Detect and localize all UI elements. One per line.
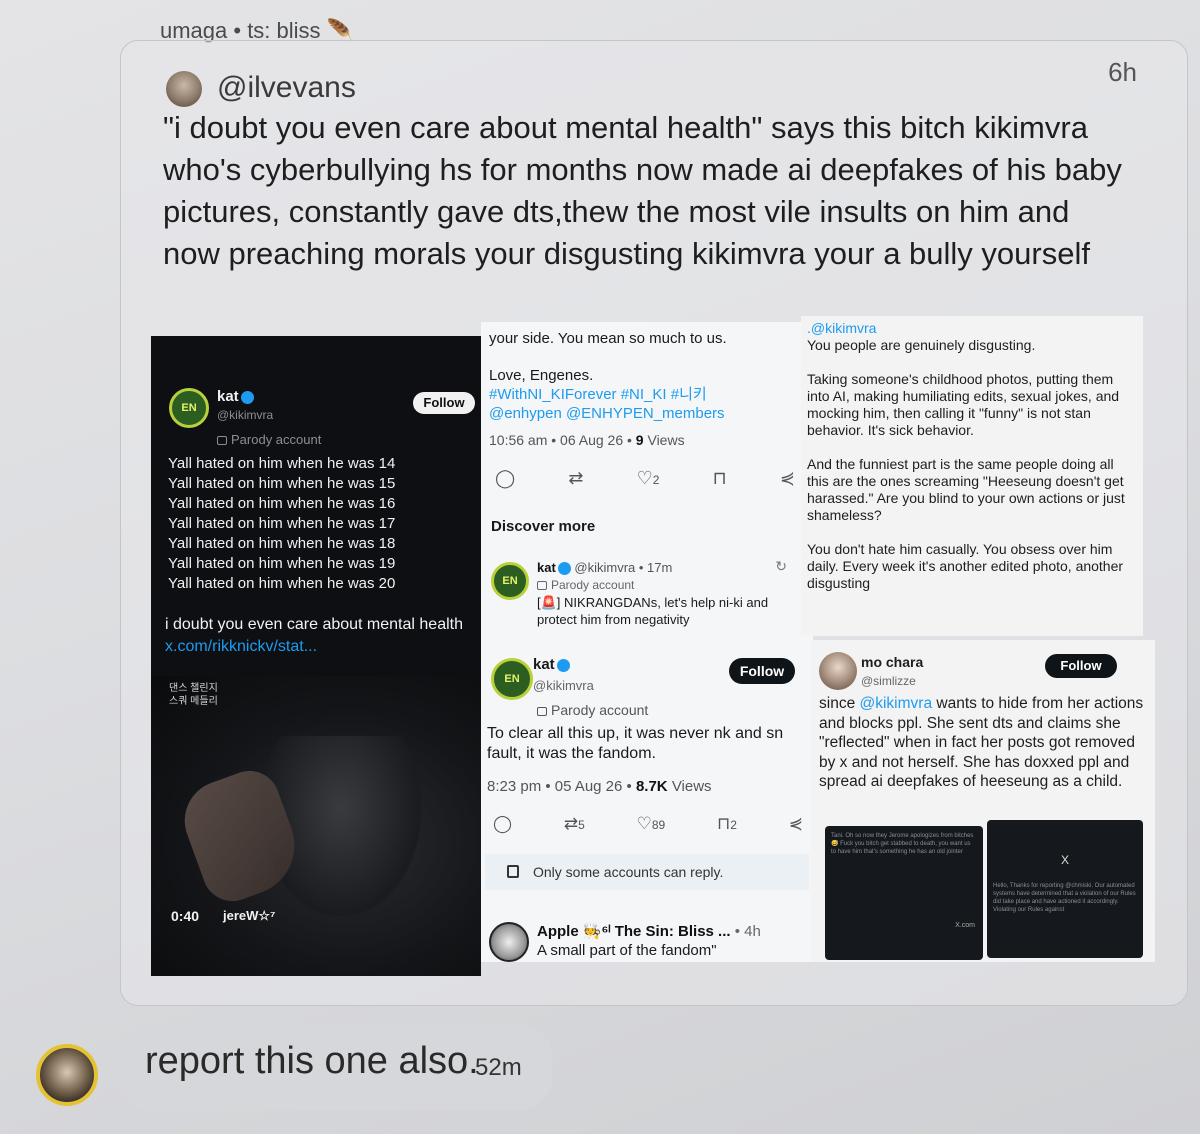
video-source-user: jereW☆⁷ xyxy=(223,908,276,923)
repost-icon[interactable]: ↻ xyxy=(775,558,787,575)
reply-tweet[interactable]: Apple 🧑‍🍳⁶ˡ The Sin: Bliss ... • 4h A sm… xyxy=(485,916,809,962)
author-handle: @kikimvra xyxy=(217,408,274,422)
tweet-line: Yall hated on him when he was 20 xyxy=(168,575,396,592)
follow-button[interactable]: Follow xyxy=(1045,654,1117,678)
author-handle: @simlizze xyxy=(861,674,916,688)
tweet-text: .@kikimvra You people are genuinely disg… xyxy=(807,320,1137,592)
reply-timestamp: 52m xyxy=(475,1054,522,1081)
screenshot-dark-tweet[interactable]: EN kat @kikimvra Follow Parody account Y… xyxy=(151,336,481,976)
author-name: mo chara xyxy=(861,654,924,670)
reply-icon[interactable]: ◯ xyxy=(493,814,512,834)
avatar[interactable] xyxy=(819,652,857,690)
discover-heading: Discover more xyxy=(491,518,596,535)
bookmark-icon[interactable]: ⊓ xyxy=(713,468,727,489)
parody-label: Parody account xyxy=(537,578,634,592)
tweet-body: i doubt you even care about mental healt… xyxy=(165,616,463,655)
hashtags[interactable]: #WithNI_KIForever #NI_KI #니키 xyxy=(489,385,809,404)
tweet-meta: 10:56 am • 06 Aug 26 • 9 Views xyxy=(489,432,685,448)
discover-tweet[interactable]: EN kat @kikimvra • 17m Parody account [🚨… xyxy=(489,554,805,634)
parody-label: Parody account xyxy=(217,432,321,447)
retweet-count: 5 xyxy=(578,818,585,832)
verified-badge-icon xyxy=(556,658,570,672)
follow-button[interactable]: Follow xyxy=(413,392,475,414)
avatar[interactable] xyxy=(36,1044,98,1106)
reply-icon[interactable]: ◯ xyxy=(495,468,515,489)
bookmark-count: 2 xyxy=(730,818,737,832)
mentions[interactable]: @enhypen @ENHYPEN_members xyxy=(489,404,809,423)
verified-badge-icon xyxy=(240,390,254,404)
screenshot-text-tweet[interactable]: .@kikimvra You people are genuinely disg… xyxy=(801,316,1143,636)
tweet-text-signoff: Love, Engenes. #WithNI_KIForever #NI_KI … xyxy=(489,366,809,423)
tweet-meta: 8:23 pm • 05 Aug 26 • 8.7K Views xyxy=(487,778,712,795)
author-name: kat xyxy=(217,388,254,405)
post-timestamp: 6h xyxy=(1108,57,1137,87)
bookmark-icon[interactable]: ⊓2 xyxy=(717,814,737,834)
tweet-line: Yall hated on him when he was 16 xyxy=(168,495,396,512)
avatar[interactable] xyxy=(166,71,202,107)
post-author-handle[interactable]: @ilvevans xyxy=(217,71,356,105)
tweet-line: Yall hated on him when he was 15 xyxy=(168,475,396,492)
tweet-text: To clear all this up, it was never nk an… xyxy=(487,725,784,762)
retweet-icon[interactable]: ⇄5 xyxy=(564,814,585,834)
lock-icon xyxy=(507,865,519,878)
author-name: kat xyxy=(533,656,570,673)
follow-button[interactable]: Follow xyxy=(729,658,795,684)
enhypen-logo-icon: EN xyxy=(491,562,529,600)
tweet-link[interactable]: x.com/rikknickv/stat... xyxy=(165,638,317,655)
tweet-line: Yall hated on him when he was 14 xyxy=(168,455,396,472)
like-icon[interactable]: ♡2 xyxy=(637,468,660,489)
screenshot-mochara-tweet[interactable]: mo chara @simlizze Follow since @kikimvr… xyxy=(811,640,1155,962)
enhypen-logo-icon: EN xyxy=(491,658,533,700)
attached-image-2[interactable]: X Hello, Thanks for reporting @chmiski. … xyxy=(987,820,1143,958)
tweet-text: A small part of the fandom" xyxy=(537,942,717,959)
parody-icon xyxy=(537,581,547,591)
verified-badge-icon xyxy=(557,562,571,576)
parody-icon xyxy=(217,436,227,446)
post-text: "i doubt you even care about mental heal… xyxy=(163,110,1122,271)
author-name: Apple 🧑‍🍳⁶ˡ The Sin: Bliss ... • 4h xyxy=(537,923,761,940)
share-icon[interactable]: ⋞ xyxy=(780,468,795,489)
parody-icon xyxy=(537,706,547,716)
like-count: 2 xyxy=(652,473,660,487)
tweet-line: Yall hated on him when he was 17 xyxy=(168,515,396,532)
screenshot-light-thread[interactable]: your side. You mean so much to us. Love,… xyxy=(481,322,813,962)
like-icon[interactable]: ♡89 xyxy=(637,814,666,834)
tweet-text: [🚨] NIKRANGDANs, let's help ni-ki and pr… xyxy=(537,595,769,627)
retweet-icon[interactable]: ⇄ xyxy=(568,468,583,489)
mention[interactable]: @kikimvra xyxy=(860,695,933,712)
reply-text: report this one also. xyxy=(145,1040,479,1082)
x-logo-icon: X xyxy=(1061,853,1070,867)
like-count: 89 xyxy=(651,818,666,832)
attached-image-1[interactable]: Tani. Oh so now they Jerome apologizes f… xyxy=(825,826,983,960)
share-icon[interactable]: ⋞ xyxy=(789,814,803,834)
author-name: kat @kikimvra • 17m xyxy=(537,560,673,576)
reply-restriction-notice: Only some accounts can reply. xyxy=(485,854,809,890)
enhypen-logo-icon: EN xyxy=(169,388,209,428)
tweet-actions: ◯ ⇄ ♡2 ⊓ ⋞ xyxy=(495,468,795,489)
video-duration: 0:40 xyxy=(171,908,200,924)
author-handle: @kikimvra xyxy=(533,678,594,693)
tweet-line: Yall hated on him when he was 19 xyxy=(168,555,396,572)
avatar[interactable] xyxy=(489,922,529,962)
parody-label: Parody account xyxy=(537,702,648,718)
tweet-actions: ◯ ⇄5 ♡89 ⊓2 ⋞ xyxy=(493,814,803,834)
tweet-text: since @kikimvra wants to hide from her a… xyxy=(819,695,1144,790)
video-overlay-tag: 댄스 챌린지 스쿼 메들리 xyxy=(169,683,218,707)
tweet-line: Yall hated on him when he was 18 xyxy=(168,535,396,552)
mention[interactable]: .@kikimvra xyxy=(807,320,1137,337)
tweet-lines: Yall hated on him when he was 14 Yall ha… xyxy=(168,454,395,594)
tweet-text-top: your side. You mean so much to us. xyxy=(489,330,727,347)
